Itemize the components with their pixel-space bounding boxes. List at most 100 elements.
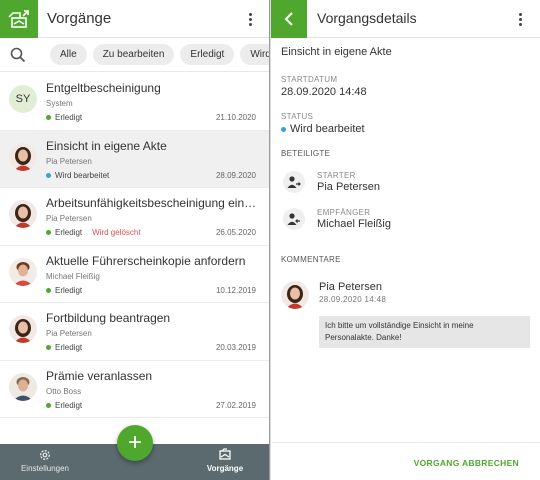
item-subtitle: Pia Petersen bbox=[46, 214, 92, 223]
comment-avatar bbox=[281, 281, 309, 309]
starter-icon bbox=[283, 171, 305, 193]
comment-author: Pia Petersen bbox=[319, 281, 382, 293]
processes-icon bbox=[219, 448, 231, 460]
comment-text: Ich bitte um vollständige Einsicht in me… bbox=[319, 316, 530, 348]
startdate-value: 28.09.2020 14:48 bbox=[281, 86, 367, 98]
nav-processes-label: Vorgänge bbox=[206, 464, 244, 473]
item-subtitle: Pia Petersen bbox=[46, 156, 92, 166]
starter-label: STARTER bbox=[317, 171, 356, 180]
avatar bbox=[9, 257, 37, 286]
status-value: Wird bearbeitet bbox=[281, 123, 365, 135]
startdate-label: STARTDATUM bbox=[281, 75, 338, 84]
avatar bbox=[9, 372, 37, 401]
filter-chip-to-process[interactable]: Zu bearbeiten bbox=[92, 44, 175, 65]
status-text: Erledigt bbox=[55, 285, 83, 295]
participants-heading: BETEILIGTE bbox=[281, 149, 331, 158]
search-icon[interactable] bbox=[10, 47, 26, 63]
item-subtitle: Otto Boss bbox=[46, 386, 82, 396]
list-item[interactable]: Einsicht in eigene Akte Pia Petersen Wir… bbox=[0, 130, 269, 188]
status-dot-icon bbox=[46, 230, 51, 235]
comment-time: 28.09.2020 14:48 bbox=[319, 295, 387, 304]
status-badge: Erledigt bbox=[46, 113, 82, 122]
item-title: Arbeitsunfähigkeitsbescheinigung einreic… bbox=[46, 196, 260, 210]
avatar bbox=[9, 142, 37, 171]
starter-name: Pia Petersen bbox=[317, 181, 380, 193]
woman-avatar-icon bbox=[281, 281, 309, 309]
woman-avatar-icon bbox=[9, 142, 37, 171]
process-list: SY Entgeltbescheinigung System Erledigt … bbox=[0, 73, 269, 418]
item-date: 26.05.2020 bbox=[215, 228, 256, 237]
chevron-left-icon bbox=[284, 12, 293, 26]
status-badge: Erledigt Wird gelöscht bbox=[46, 228, 141, 237]
app-logo-icon bbox=[0, 0, 38, 38]
process-details-pane: Vorgangsdetails Einsicht in eigene Akte … bbox=[271, 0, 540, 480]
gear-icon bbox=[40, 450, 50, 460]
more-menu-icon[interactable] bbox=[240, 9, 260, 29]
status-text: Wird bearbeitet bbox=[290, 123, 365, 135]
item-title: Aktuelle Führerscheinkopie anfordern bbox=[46, 253, 246, 268]
item-subtitle: Pia Petersen bbox=[46, 329, 92, 338]
filter-bar: Alle Zu bearbeiten Erledigt Wird b bbox=[0, 38, 269, 72]
add-process-button[interactable]: + bbox=[117, 425, 153, 461]
status-badge: Erledigt bbox=[46, 286, 82, 295]
filter-chip-in-progress[interactable]: Wird b bbox=[240, 44, 269, 65]
details-app-bar: Vorgangsdetails bbox=[271, 0, 540, 38]
list-item[interactable]: Fortbildung beantragen Pia Petersen Erle… bbox=[0, 303, 269, 361]
deletion-notice: Wird gelöscht bbox=[92, 228, 141, 237]
status-badge: Erledigt bbox=[46, 401, 82, 410]
woman-avatar-icon bbox=[9, 200, 37, 228]
filter-chips: Alle Zu bearbeiten Erledigt Wird b bbox=[50, 44, 269, 65]
cancel-process-button[interactable]: VORGANG ABBRECHEN bbox=[414, 458, 519, 468]
nav-settings-label: Einstellungen bbox=[20, 464, 70, 473]
status-badge: Wird bearbeitet bbox=[46, 171, 109, 180]
recipient-name: Michael Fleißig bbox=[317, 218, 391, 230]
item-date: 21.10.2020 bbox=[215, 113, 256, 122]
nav-processes[interactable]: Vorgänge bbox=[180, 448, 269, 473]
screen: Vorgänge Alle Zu bearbeiten Erledigt Wir… bbox=[0, 0, 540, 480]
status-text: Erledigt bbox=[55, 228, 83, 237]
status-text: Erledigt bbox=[55, 113, 83, 122]
item-date: 27.02.2019 bbox=[215, 400, 256, 410]
filter-chip-done[interactable]: Erledigt bbox=[180, 44, 235, 65]
item-date: 28.09.2020 bbox=[215, 170, 256, 180]
details-title: Vorgangsdetails bbox=[317, 10, 417, 26]
man-avatar-icon bbox=[9, 372, 37, 401]
item-date: 20.03.2019 bbox=[215, 343, 256, 352]
status-text: Wird bearbeitet bbox=[55, 170, 110, 180]
recipient-label: EMPFÄNGER bbox=[317, 208, 371, 217]
process-list-pane: Vorgänge Alle Zu bearbeiten Erledigt Wir… bbox=[0, 0, 270, 480]
item-title: Einsicht in eigene Akte bbox=[46, 138, 167, 153]
avatar bbox=[9, 200, 37, 228]
item-title: Entgeltbescheinigung bbox=[46, 81, 161, 95]
status-dot-icon bbox=[46, 115, 51, 120]
more-menu-icon[interactable] bbox=[510, 9, 530, 29]
app-bar: Vorgänge bbox=[0, 0, 269, 38]
status-dot-icon bbox=[46, 345, 51, 350]
status-text: Erledigt bbox=[55, 343, 83, 352]
status-label: STATUS bbox=[281, 112, 314, 121]
item-title: Fortbildung beantragen bbox=[46, 311, 171, 325]
back-button[interactable] bbox=[271, 0, 307, 38]
woman-avatar-icon bbox=[9, 315, 37, 343]
item-title: Prämie veranlassen bbox=[46, 368, 153, 383]
comments-heading: KOMMENTARE bbox=[281, 255, 341, 264]
filter-chip-all[interactable]: Alle bbox=[50, 44, 87, 65]
avatar bbox=[9, 315, 37, 343]
item-subtitle: System bbox=[46, 99, 73, 108]
recipient-icon bbox=[283, 208, 305, 230]
status-text: Erledigt bbox=[55, 400, 83, 410]
status-badge: Erledigt bbox=[46, 343, 82, 352]
list-item[interactable]: Aktuelle Führerscheinkopie anfordern Mic… bbox=[0, 246, 269, 303]
process-title: Einsicht in eigene Akte bbox=[281, 46, 392, 58]
item-date: 10.12.2019 bbox=[215, 285, 256, 295]
item-subtitle: Michael Fleißig bbox=[46, 271, 100, 281]
status-dot-icon bbox=[46, 172, 51, 178]
list-item[interactable]: Prämie veranlassen Otto Boss Erledigt 27… bbox=[0, 361, 269, 418]
list-item[interactable]: SY Entgeltbescheinigung System Erledigt … bbox=[0, 73, 269, 131]
status-dot-icon bbox=[46, 402, 51, 408]
page-title: Vorgänge bbox=[47, 10, 112, 27]
man-avatar-icon bbox=[9, 257, 37, 286]
nav-settings[interactable]: Einstellungen bbox=[0, 448, 90, 473]
list-item[interactable]: Arbeitsunfähigkeitsbescheinigung einreic… bbox=[0, 188, 269, 246]
status-dot-icon bbox=[281, 126, 286, 132]
